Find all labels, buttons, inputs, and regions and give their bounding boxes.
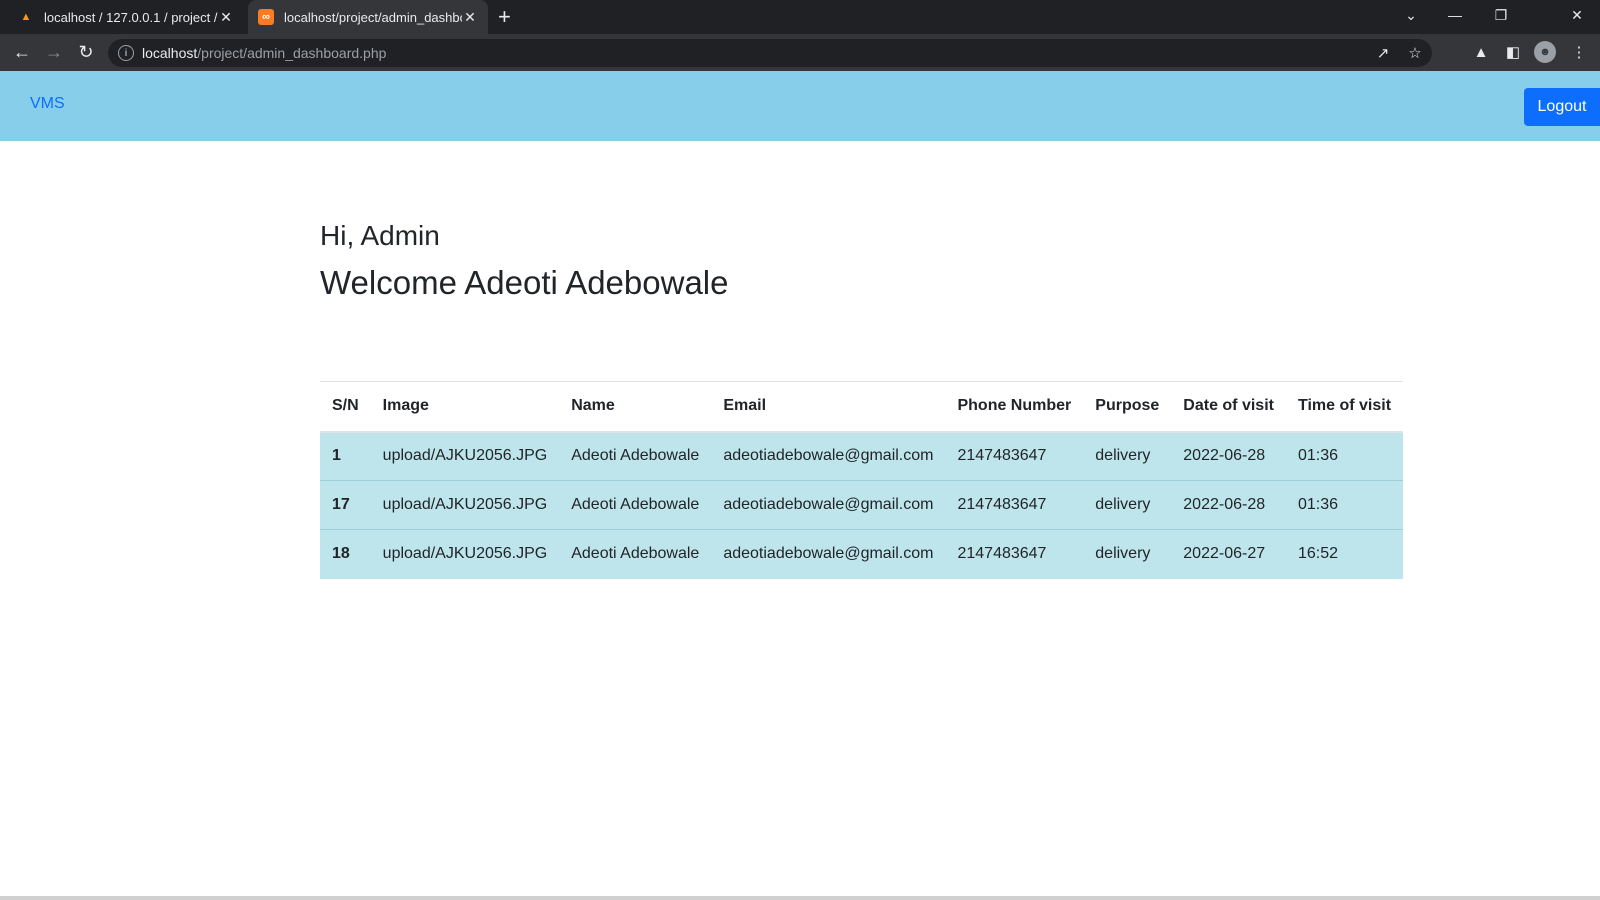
- table-header-row: S/N Image Name Email Phone Number Purpos…: [320, 381, 1404, 433]
- cell-name: Adeoti Adebowale: [559, 431, 712, 481]
- url-host: localhost: [142, 45, 198, 61]
- profile-avatar-icon[interactable]: ☻: [1534, 41, 1556, 63]
- table-row: 17 upload/AJKU2056.JPG Adeoti Adebowale …: [320, 480, 1404, 530]
- column-header-email: Email: [711, 381, 946, 433]
- minimize-window-button[interactable]: —: [1432, 0, 1478, 30]
- cell-phone: 2147483647: [945, 431, 1084, 481]
- site-info-icon[interactable]: i: [118, 45, 134, 61]
- restore-window-button[interactable]: ❐: [1478, 0, 1524, 30]
- page-bottom-edge: [0, 896, 1600, 900]
- cell-date: 2022-06-28: [1171, 480, 1286, 530]
- xampp-icon: ∞: [258, 9, 274, 25]
- cell-time: 16:52: [1285, 529, 1404, 579]
- cell-purpose: delivery: [1083, 529, 1172, 579]
- visitors-table: S/N Image Name Email Phone Number Purpos…: [320, 381, 1404, 579]
- column-header-name: Name: [559, 381, 712, 433]
- cell-image: upload/AJKU2056.JPG: [370, 431, 560, 481]
- browser-menu-icon[interactable]: ⋮: [1568, 41, 1590, 63]
- cell-time: 01:36: [1285, 431, 1404, 481]
- back-icon[interactable]: ←: [10, 40, 34, 64]
- tab-title: localhost/project/admin_dashboar: [284, 9, 462, 25]
- cell-name: Adeoti Adebowale: [559, 480, 712, 530]
- cell-image: upload/AJKU2056.JPG: [370, 480, 560, 530]
- brand-link[interactable]: VMS: [30, 95, 65, 113]
- site-navbar: VMS Logout: [0, 71, 1600, 141]
- column-header-phone: Phone Number: [945, 381, 1084, 433]
- new-tab-button[interactable]: +: [498, 4, 511, 30]
- cell-email: adeotiadebowale@gmail.com: [711, 431, 946, 481]
- cell-time: 01:36: [1285, 480, 1404, 530]
- browser-toolbar: ← → ↻ i localhost/project/admin_dashboar…: [0, 34, 1600, 71]
- reload-icon[interactable]: ↻: [74, 40, 98, 64]
- browser-tab-strip: ▲ localhost / 127.0.0.1 / project / us ✕…: [0, 0, 1600, 34]
- tab-search-icon[interactable]: ⌄: [1388, 0, 1434, 30]
- visitors-table-container: S/N Image Name Email Phone Number Purpos…: [320, 381, 1404, 579]
- browser-tab-admin-dashboard[interactable]: ∞ localhost/project/admin_dashboar ✕: [248, 0, 488, 34]
- table-row: 1 upload/AJKU2056.JPG Adeoti Adebowale a…: [320, 431, 1404, 481]
- cell-date: 2022-06-28: [1171, 431, 1286, 481]
- cell-phone: 2147483647: [945, 480, 1084, 530]
- phpmyadmin-icon: ▲: [20, 11, 32, 23]
- cell-image: upload/AJKU2056.JPG: [370, 529, 560, 579]
- cell-email: adeotiadebowale@gmail.com: [711, 529, 946, 579]
- table-row: 18 upload/AJKU2056.JPG Adeoti Adebowale …: [320, 529, 1404, 579]
- side-panel-icon[interactable]: ◧: [1502, 41, 1524, 63]
- column-header-time: Time of visit: [1285, 381, 1404, 433]
- cell-phone: 2147483647: [945, 529, 1084, 579]
- cell-date: 2022-06-27: [1171, 529, 1286, 579]
- welcome-heading: Welcome Adeoti Adebowale: [320, 264, 729, 301]
- cell-sn: 17: [320, 480, 371, 530]
- cell-name: Adeoti Adebowale: [559, 529, 712, 579]
- url-path: /project/admin_dashboard.php: [197, 45, 387, 61]
- close-window-button[interactable]: ✕: [1554, 0, 1600, 30]
- tab-title: localhost / 127.0.0.1 / project / us: [44, 9, 218, 25]
- column-header-sn: S/N: [320, 381, 371, 433]
- close-tab-icon[interactable]: ✕: [462, 9, 478, 26]
- cell-sn: 18: [320, 529, 371, 579]
- cell-email: adeotiadebowale@gmail.com: [711, 480, 946, 530]
- cell-sn: 1: [320, 431, 371, 481]
- cell-purpose: delivery: [1083, 480, 1172, 530]
- address-bar[interactable]: i localhost/project/admin_dashboard.php …: [108, 39, 1432, 67]
- close-tab-icon[interactable]: ✕: [218, 9, 234, 26]
- column-header-image: Image: [370, 381, 560, 433]
- cell-purpose: delivery: [1083, 431, 1172, 481]
- forward-icon[interactable]: →: [42, 40, 66, 64]
- greeting-heading: Hi, Admin: [320, 220, 440, 251]
- column-header-purpose: Purpose: [1083, 381, 1172, 433]
- logout-button[interactable]: Logout: [1524, 88, 1600, 126]
- bookmark-star-icon[interactable]: ☆: [1404, 42, 1426, 64]
- browser-tab-phpmyadmin[interactable]: ▲ localhost / 127.0.0.1 / project / us ✕: [8, 0, 244, 34]
- share-icon[interactable]: ↗: [1372, 42, 1394, 64]
- extensions-puzzle-icon[interactable]: ▲: [1470, 41, 1492, 63]
- column-header-date: Date of visit: [1171, 381, 1286, 433]
